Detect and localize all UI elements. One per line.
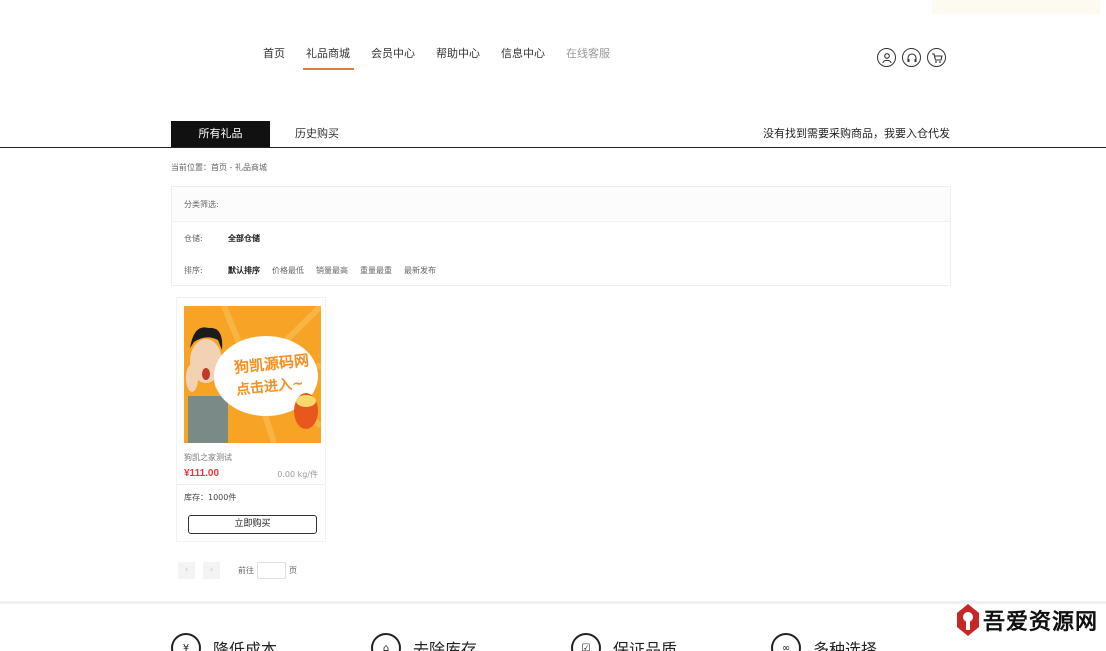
feature-label: 多种选择	[813, 640, 878, 651]
tab-all-gifts[interactable]: 所有礼品	[171, 121, 270, 147]
nav-item-info-center[interactable]: 信息中心	[501, 47, 545, 77]
headset-icon[interactable]	[902, 48, 921, 67]
goto-suffix: 页	[289, 566, 297, 575]
feature-strip: ¥ 降低成本 ⌂ 去除库存 ☑ 保证品质 ∞ 多种选择	[0, 633, 1106, 651]
sort-option-sales-high[interactable]: 销量最高	[316, 265, 348, 276]
sort-option-newest[interactable]: 最新发布	[404, 265, 436, 276]
warehouse-label: 仓储:	[184, 233, 203, 243]
feature-label: 保证品质	[613, 640, 678, 651]
product-name[interactable]: 狗凯之家测试	[184, 452, 232, 463]
footer-divider	[0, 601, 1106, 604]
feature-remove-inventory: ⌂ 去除库存	[371, 633, 477, 651]
watermark: 吾爱资源网	[955, 603, 1098, 637]
warehouse-dropship-link[interactable]: 没有找到需要采购商品，我要入仓代发	[763, 121, 950, 147]
nav-item-help-center[interactable]: 帮助中心	[436, 47, 480, 77]
breadcrumb: 当前位置：首页 - 礼品商城	[171, 163, 267, 172]
feature-label: 去除库存	[413, 640, 478, 651]
sort-label: 排序:	[184, 265, 203, 275]
goto-page-input[interactable]	[257, 562, 286, 579]
check-box-icon: ☑	[571, 633, 601, 651]
top-banner	[932, 0, 1100, 14]
watermark-logo-icon	[957, 604, 979, 636]
goto-prefix: 前往	[238, 566, 254, 575]
main-nav: 首页 礼品商城 会员中心 帮助中心 信息中心 在线客服	[263, 47, 631, 77]
options-icon: ∞	[771, 633, 801, 651]
tab-purchase-history[interactable]: 历史购买	[280, 121, 354, 147]
prev-page-button[interactable]: ‹	[178, 562, 195, 579]
pagination: ‹ › 前往 页	[178, 562, 297, 579]
nav-item-online-service[interactable]: 在线客服	[566, 47, 610, 77]
warehouse-filter-row: 仓储: 全部仓储	[172, 222, 950, 254]
coin-icon: ¥	[171, 633, 201, 651]
sort-row: 排序: 默认排序 价格最低 销量最高 重量最重 最新发布	[172, 254, 950, 286]
watermark-text: 吾爱资源网	[983, 609, 1099, 635]
tab-bar: 所有礼品 历史购买 没有找到需要采购商品，我要入仓代发	[0, 121, 1106, 148]
buy-now-button[interactable]: 立即购买	[188, 515, 317, 534]
filter-panel: 分类筛选: 仓储: 全部仓储 排序: 默认排序 价格最低 销量最高 重量最重 最…	[171, 186, 951, 286]
feature-quality: ☑ 保证品质	[571, 633, 677, 651]
card-divider	[177, 484, 325, 485]
header-icons	[877, 48, 946, 67]
product-card[interactable]: 狗凯源码网 点击进入~ 狗凯之家测试 ¥111.00 0.00 kg/件 库存：…	[176, 297, 326, 542]
next-page-button[interactable]: ›	[203, 562, 220, 579]
sort-option-default[interactable]: 默认排序	[228, 265, 260, 276]
user-icon[interactable]	[877, 48, 896, 67]
sort-option-price-low[interactable]: 价格最低	[272, 265, 304, 276]
product-image[interactable]: 狗凯源码网 点击进入~	[184, 306, 321, 443]
warehouse-option-all[interactable]: 全部仓储	[228, 233, 260, 244]
nav-item-member-center[interactable]: 会员中心	[371, 47, 415, 77]
feature-lower-cost: ¥ 降低成本	[171, 633, 277, 651]
feature-label: 降低成本	[213, 640, 278, 651]
feature-options: ∞ 多种选择	[771, 633, 877, 651]
nav-item-gift-mall[interactable]: 礼品商城	[303, 47, 354, 77]
product-weight: 0.00 kg/件	[277, 470, 318, 479]
product-price: ¥111.00	[184, 468, 220, 479]
category-filter-label: 分类筛选:	[172, 187, 950, 222]
cart-icon[interactable]	[927, 48, 946, 67]
product-stock: 库存：1000件	[184, 493, 237, 502]
sort-option-weight-heavy[interactable]: 重量最重	[360, 265, 392, 276]
nav-item-home[interactable]: 首页	[263, 47, 285, 77]
home-icon: ⌂	[371, 633, 401, 651]
